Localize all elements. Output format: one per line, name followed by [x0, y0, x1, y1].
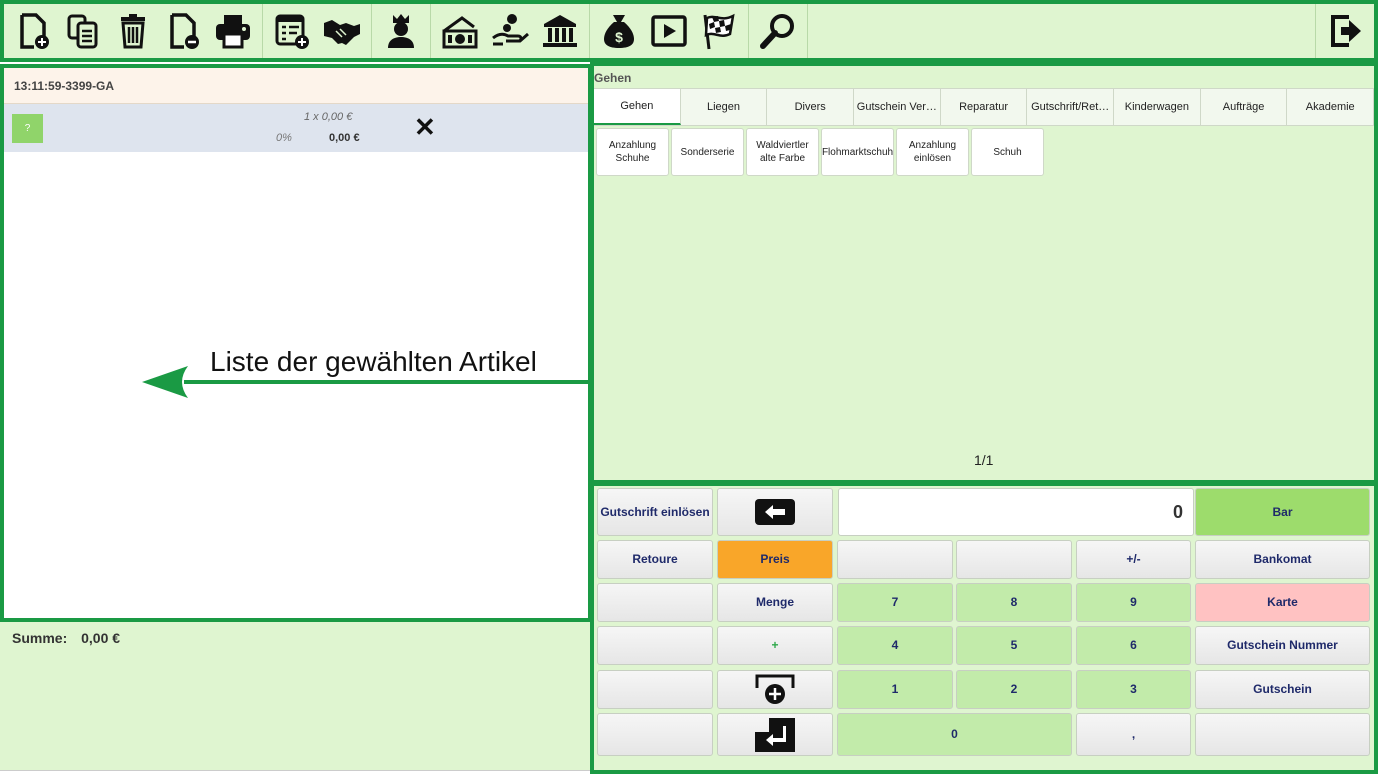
digit-5-button[interactable]: 5 [956, 626, 1072, 665]
menge-button[interactable]: Menge [717, 583, 833, 622]
money-bag-icon[interactable]: $ [598, 8, 640, 54]
item-total: 0,00 € [329, 132, 360, 144]
tab-akademie[interactable]: Akademie [1287, 89, 1375, 125]
remove-document-icon[interactable] [162, 8, 204, 54]
play-icon[interactable] [648, 8, 690, 54]
crown-person-icon[interactable] [380, 8, 422, 54]
empty-key-3[interactable] [597, 583, 713, 622]
empty-key-6[interactable] [597, 713, 713, 756]
tab-gutschrift-retoure[interactable]: Gutschrift/Ret… [1027, 89, 1115, 125]
item-badge: ? [12, 114, 43, 143]
digit-3-button[interactable]: 3 [1076, 670, 1191, 709]
summary-panel: Summe: 0,00 € [0, 622, 592, 770]
digit-2-button[interactable]: 2 [956, 670, 1072, 709]
tab-gehen[interactable]: Gehen [594, 89, 681, 125]
summary-label: Summe: [12, 630, 68, 646]
keypad-panel: Gutschrift einlösen 0 Bar Retoure Preis … [590, 482, 1378, 774]
page-indicator: 1/1 [974, 452, 994, 468]
toolbar-group-orders [263, 4, 372, 58]
printer-icon[interactable] [212, 8, 254, 54]
toolbar-group-search [749, 4, 808, 58]
tab-divers[interactable]: Divers [767, 89, 855, 125]
enter-icon [755, 717, 795, 752]
retoure-button[interactable]: Retoure [597, 540, 713, 579]
tab-liegen[interactable]: Liegen [680, 89, 768, 125]
digit-9-button[interactable]: 9 [1076, 583, 1191, 622]
product-anzahlung-einloesen[interactable]: Anzahlung einlösen [896, 128, 969, 176]
product-waldviertler-alte-farbe[interactable]: Waldviertler alte Farbe [746, 128, 819, 176]
bankomat-button[interactable]: Bankomat [1195, 540, 1370, 579]
tab-kinderwagen[interactable]: Kinderwagen [1114, 89, 1201, 125]
digit-7-button[interactable]: 7 [837, 583, 953, 622]
toolbar: $ [0, 0, 1378, 62]
toolbar-group-documents [4, 4, 263, 58]
digit-0-button[interactable]: 0 [837, 713, 1072, 756]
empty-key-2[interactable] [956, 540, 1072, 579]
gutschrift-einloesen-button[interactable]: Gutschrift einlösen [597, 488, 713, 536]
product-flohmarktschuh[interactable]: Flohmarktschuh [821, 128, 894, 176]
empty-key-4[interactable] [597, 626, 713, 665]
gutschein-button[interactable]: Gutschein [1195, 670, 1370, 709]
item-quantity-price: 1 x 0,00 € [304, 111, 353, 123]
backspace-icon [755, 499, 795, 525]
toolbar-group-user [372, 4, 431, 58]
gutschein-nummer-button[interactable]: Gutschein Nummer [1195, 626, 1370, 665]
new-document-icon[interactable] [12, 8, 54, 54]
enter-button[interactable] [717, 713, 833, 756]
hand-coin-icon[interactable] [489, 8, 531, 54]
bar-payment-button[interactable]: Bar [1195, 488, 1370, 536]
backspace-button[interactable] [717, 488, 833, 536]
summary-value: 0,00 € [81, 630, 121, 646]
plus-button[interactable]: + [717, 626, 833, 665]
product-schuh[interactable]: Schuh [971, 128, 1044, 176]
open-drawer-button[interactable] [717, 670, 833, 709]
empty-key-7[interactable] [1195, 713, 1370, 756]
bank-icon[interactable] [539, 8, 581, 54]
product-grid: Anzahlung Schuhe Sonderserie Waldviertle… [594, 126, 1374, 176]
item-discount-percent: 0% [276, 132, 292, 144]
category-title: Gehen [594, 71, 632, 85]
document-id: 13:11:59-3399-GA [4, 68, 588, 104]
toolbar-group-reports: $ [590, 4, 749, 58]
handshake-icon[interactable] [321, 8, 363, 54]
category-tabs: Gehen Liegen Divers Gutschein Ver… Repar… [594, 88, 1375, 126]
plus-minus-button[interactable]: +/- [1076, 540, 1191, 579]
empty-key-1[interactable] [837, 540, 953, 579]
delete-item-button[interactable]: ✕ [414, 114, 436, 140]
digit-4-button[interactable]: 4 [837, 626, 953, 665]
toolbar-group-cash [431, 4, 590, 58]
product-anzahlung-schuhe[interactable]: Anzahlung Schuhe [596, 128, 669, 176]
toolbar-group-exit [1315, 4, 1374, 58]
trash-icon[interactable] [112, 8, 154, 54]
copy-document-icon[interactable] [62, 8, 104, 54]
tab-gutschein-verkauf[interactable]: Gutschein Ver… [854, 89, 941, 125]
tab-reparatur[interactable]: Reparatur [940, 89, 1028, 125]
cash-register-icon[interactable] [439, 8, 481, 54]
digit-1-button[interactable]: 1 [837, 670, 953, 709]
add-list-icon[interactable] [271, 8, 313, 54]
bottom-strip [0, 770, 592, 774]
comma-button[interactable]: , [1076, 713, 1191, 756]
digit-6-button[interactable]: 6 [1076, 626, 1191, 665]
svg-text:$: $ [615, 29, 623, 45]
tab-auftraege[interactable]: Aufträge [1200, 89, 1288, 125]
amount-display[interactable]: 0 [838, 488, 1194, 536]
checkered-flag-icon[interactable] [698, 8, 740, 54]
digit-8-button[interactable]: 8 [956, 583, 1072, 622]
karte-button[interactable]: Karte [1195, 583, 1370, 622]
products-panel: Gehen Gehen Liegen Divers Gutschein Ver…… [590, 62, 1378, 484]
pos-screen: $ 13:11:59-3399-GA ? 1 x 0,00 € 0% 0,00 … [0, 0, 1378, 774]
annotation-arrow [142, 366, 592, 398]
magnifier-icon[interactable] [757, 8, 799, 54]
drawer-add-icon [755, 674, 795, 704]
product-sonderserie[interactable]: Sonderserie [671, 128, 744, 176]
preis-button[interactable]: Preis [717, 540, 833, 579]
selected-items-panel: 13:11:59-3399-GA ? 1 x 0,00 € 0% 0,00 € … [0, 64, 592, 622]
logout-icon[interactable] [1324, 8, 1366, 54]
empty-key-5[interactable] [597, 670, 713, 709]
list-item[interactable]: ? 1 x 0,00 € 0% 0,00 € ✕ [4, 104, 588, 152]
